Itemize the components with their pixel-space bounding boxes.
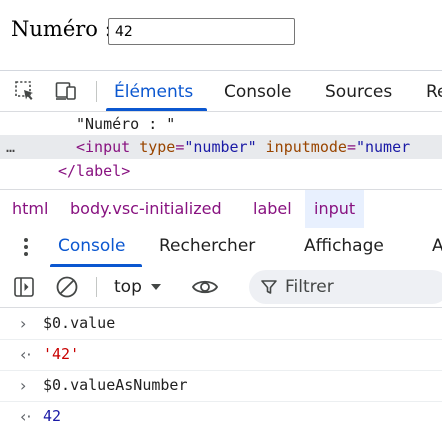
context-selector-value: top	[114, 277, 142, 297]
drawer-tab-overflow[interactable]: A	[432, 228, 442, 267]
label-close-tag: </label>	[58, 162, 131, 180]
result-arrow-icon: ‹·	[20, 345, 32, 364]
result-arrow-icon: ‹·	[20, 407, 32, 426]
chevron-down-icon	[150, 282, 162, 292]
web-page: Numéro :	[0, 0, 442, 70]
toolbar-separator	[96, 277, 97, 297]
tab-elements[interactable]: Éléments	[105, 71, 208, 111]
drawer-tab-search[interactable]: Rechercher	[159, 228, 255, 267]
console-toolbar: top Filtrer	[0, 267, 442, 308]
breadcrumb: html body.vsc-initialized label input	[0, 189, 442, 229]
tabbar-separator	[96, 81, 97, 102]
console-result-number[interactable]: 42	[43, 401, 61, 431]
drawer-tab-rendering[interactable]: Affichage	[304, 228, 384, 267]
console-result-string[interactable]: '42'	[43, 339, 79, 370]
sidebar-toggle-icon[interactable]	[13, 267, 35, 307]
device-toolbar-icon[interactable]	[54, 79, 78, 103]
clear-console-icon[interactable]	[55, 267, 79, 307]
dom-input-node[interactable]: … <input type="number" inputmode="numer	[0, 135, 442, 159]
console-entry-input: › $0.valueAsNumber	[0, 370, 442, 402]
dom-label-close[interactable]: </label>	[0, 159, 442, 183]
filter-icon	[261, 279, 277, 295]
breadcrumb-input[interactable]: input	[305, 190, 365, 228]
attr-inputmode-value: "numer	[355, 138, 411, 156]
text-node-value: "Numéro : "	[76, 115, 176, 133]
kebab-menu-icon[interactable]	[14, 235, 38, 259]
breadcrumb-body[interactable]: body.vsc-initialized	[61, 190, 231, 228]
context-selector[interactable]: top	[114, 267, 162, 307]
tab-console[interactable]: Console	[224, 71, 292, 111]
attr-inputmode-name: inputmode	[265, 138, 347, 156]
breadcrumb-label[interactable]: label	[244, 190, 301, 228]
console-output: › $0.value ‹· '42' › $0.valueAsNumber ‹·…	[0, 308, 442, 431]
input-prompt-icon: ›	[20, 314, 27, 333]
input-prompt-icon: ›	[20, 376, 27, 395]
console-entry-result: ‹· '42'	[0, 339, 442, 371]
eye-icon[interactable]	[191, 267, 219, 307]
numero-input[interactable]	[108, 18, 295, 45]
filter-input[interactable]: Filtrer	[249, 270, 442, 304]
console-entry-result: ‹· 42	[0, 401, 442, 431]
attr-type-name: type	[139, 138, 176, 156]
filter-placeholder: Filtrer	[285, 277, 334, 297]
devtools-tabbar: Éléments Console Sources Re	[0, 71, 442, 112]
dom-tree: "Numéro : " … <input type="number" input…	[0, 112, 442, 192]
console-entry-input: › $0.value	[0, 308, 442, 340]
input-tag-name: <input	[76, 138, 131, 156]
element-picker-icon[interactable]	[13, 79, 37, 103]
node-actions-ellipsis[interactable]: …	[6, 135, 15, 159]
attr-type-value: "number"	[184, 138, 257, 156]
dom-text-node[interactable]: "Numéro : "	[0, 112, 442, 136]
tab-recorder[interactable]: Re	[426, 71, 442, 111]
numero-label-text: Numéro :	[11, 17, 112, 41]
tab-sources[interactable]: Sources	[325, 71, 392, 111]
console-input-text: $0.value	[43, 314, 116, 332]
drawer-tabbar: Console Rechercher Affichage A	[0, 228, 442, 268]
devtools-panel: Éléments Console Sources Re "Numéro : " …	[0, 70, 442, 431]
breadcrumb-html[interactable]: html	[3, 190, 57, 228]
drawer-tab-console[interactable]: Console	[50, 228, 141, 267]
console-input-text: $0.valueAsNumber	[43, 376, 188, 394]
